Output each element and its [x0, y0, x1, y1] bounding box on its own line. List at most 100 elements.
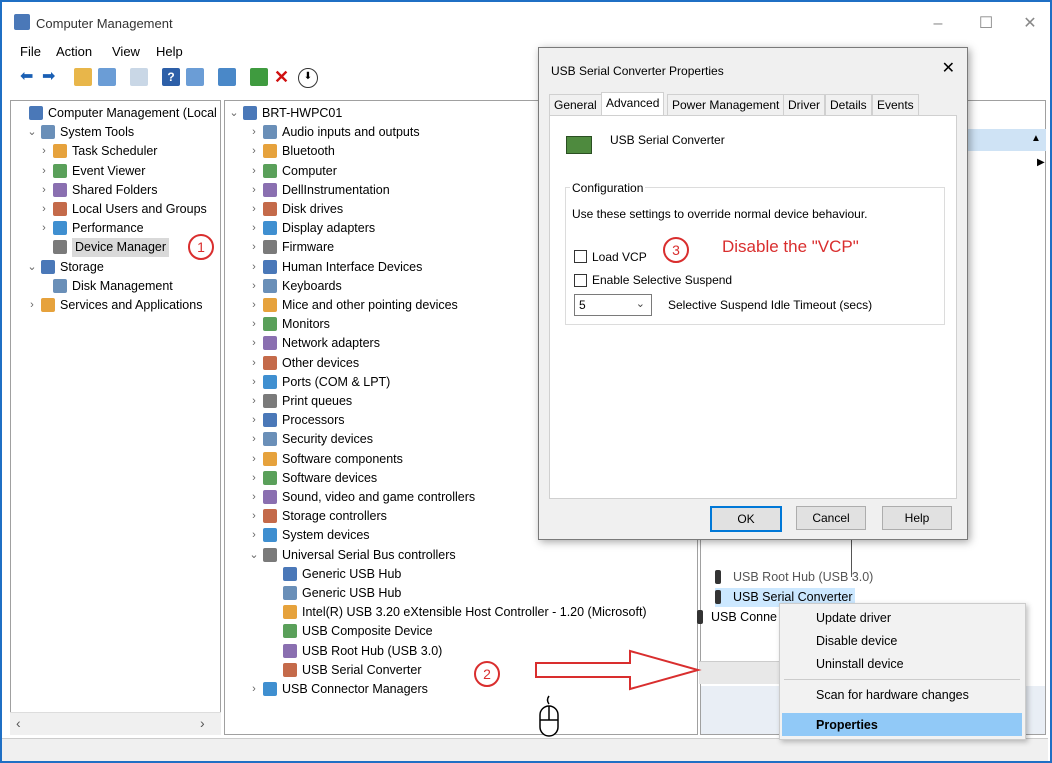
forward-icon[interactable]: ➡ — [42, 68, 60, 86]
menu-file[interactable]: File — [20, 44, 41, 59]
expand-right-icon[interactable]: ▶ — [1037, 157, 1045, 168]
chevron-right-icon[interactable]: › — [249, 507, 259, 526]
up-folder-icon[interactable] — [74, 68, 92, 86]
chevron-right-icon[interactable]: › — [249, 450, 259, 469]
chevron-right-icon[interactable]: › — [249, 680, 259, 699]
chevron-right-icon[interactable]: › — [39, 162, 49, 181]
ok-button[interactable]: OK — [710, 506, 782, 532]
device-tree-node-icon — [263, 374, 277, 389]
chevron-right-icon[interactable]: › — [249, 392, 259, 411]
console-tree-label: Performance — [72, 221, 144, 236]
console-tree-item[interactable]: › Shared Folders — [11, 181, 220, 200]
device-tree-node-icon — [283, 566, 297, 581]
console-tree-item[interactable]: Disk Management — [11, 277, 220, 296]
chevron-right-icon[interactable]: › — [249, 258, 259, 277]
chevron-right-icon[interactable]: › — [249, 181, 259, 200]
update-driver-icon[interactable] — [250, 68, 268, 86]
uninstall-x-icon[interactable]: ✕ — [274, 68, 292, 86]
device-tree-item[interactable]: Generic USB Hub — [225, 584, 697, 603]
chevron-right-icon[interactable]: › — [249, 469, 259, 488]
menu-action[interactable]: Action — [56, 44, 92, 59]
chevron-right-icon[interactable]: › — [39, 219, 49, 238]
scroll-left-icon[interactable]: ‹ — [16, 715, 21, 731]
console-tree-item[interactable]: › Services and Applications — [11, 296, 220, 315]
chevron-down-icon[interactable]: ⌄ — [229, 104, 239, 123]
menu-properties[interactable]: Properties — [816, 718, 878, 732]
console-tree-item[interactable]: › Local Users and Groups — [11, 200, 220, 219]
minimize-button[interactable]: – — [918, 10, 958, 38]
menu-scan-hardware[interactable]: Scan for hardware changes — [816, 688, 969, 702]
chevron-right-icon[interactable]: › — [39, 200, 49, 219]
tab-details[interactable]: Details — [825, 94, 872, 116]
selective-suspend-checkbox[interactable] — [574, 274, 587, 287]
mouse-icon — [539, 695, 559, 737]
console-tree-item[interactable]: › Task Scheduler — [11, 142, 220, 161]
console-tree-item[interactable]: › Performance — [11, 219, 220, 238]
horizontal-scrollbar[interactable]: ‹ › — [10, 712, 221, 735]
menu-uninstall-device[interactable]: Uninstall device — [816, 657, 904, 671]
tab-events[interactable]: Events — [872, 94, 919, 116]
console-tree-item[interactable]: ⌄ Storage — [11, 258, 220, 277]
cancel-button[interactable]: Cancel — [796, 506, 866, 530]
chevron-right-icon[interactable]: › — [249, 142, 259, 161]
device-context-menu: Update driver Disable device Uninstall d… — [779, 603, 1026, 740]
chevron-down-icon[interactable]: ⌄ — [249, 546, 259, 565]
chevron-right-icon[interactable]: › — [249, 123, 259, 142]
chevron-right-icon[interactable]: › — [39, 181, 49, 200]
collapse-up-icon[interactable]: ▲ — [1031, 133, 1041, 144]
chevron-down-icon[interactable]: ⌄ — [27, 258, 37, 277]
dialog-close-icon[interactable]: ✕ — [942, 58, 955, 78]
help-icon[interactable]: ? — [162, 68, 180, 86]
chevron-right-icon[interactable]: › — [249, 488, 259, 507]
chevron-right-icon[interactable]: › — [249, 315, 259, 334]
console-tree-item[interactable]: ⌄ System Tools — [11, 123, 220, 142]
tab-general[interactable]: General — [549, 94, 602, 116]
chevron-right-icon[interactable]: › — [39, 142, 49, 161]
device-tree-item[interactable]: Intel(R) USB 3.20 eXtensible Host Contro… — [225, 603, 697, 622]
device-tree-item[interactable]: USB Composite Device — [225, 622, 697, 641]
chevron-right-icon[interactable]: › — [27, 296, 37, 315]
chevron-right-icon[interactable]: › — [249, 277, 259, 296]
download-icon[interactable]: ⬇ — [298, 68, 318, 88]
console-tree-item[interactable]: › Event Viewer — [11, 162, 220, 181]
close-button[interactable]: ✕ — [1010, 10, 1050, 38]
properties-icon[interactable] — [186, 68, 204, 86]
chevron-right-icon[interactable]: › — [249, 162, 259, 181]
tab-driver[interactable]: Driver — [783, 94, 825, 116]
chevron-right-icon[interactable]: › — [249, 430, 259, 449]
device-tree-item[interactable]: ⌄ Universal Serial Bus controllers — [225, 546, 697, 565]
chevron-right-icon[interactable]: › — [249, 200, 259, 219]
load-vcp-checkbox[interactable] — [574, 250, 587, 263]
device-tree-node-icon — [263, 490, 277, 504]
configuration-description: Use these settings to override normal de… — [572, 207, 868, 221]
menu-update-driver[interactable]: Update driver — [816, 611, 891, 625]
scroll-right-icon[interactable]: › — [200, 715, 205, 731]
chevron-right-icon[interactable]: › — [249, 296, 259, 315]
tab-advanced[interactable]: Advanced — [601, 92, 665, 116]
export-list-icon[interactable] — [130, 68, 148, 86]
chevron-right-icon[interactable]: › — [249, 373, 259, 392]
menu-help[interactable]: Help — [156, 44, 183, 59]
device-tree-item[interactable]: Generic USB Hub — [225, 565, 697, 584]
chevron-right-icon[interactable]: › — [249, 411, 259, 430]
device-tree-label: Network adapters — [282, 336, 380, 351]
console-tree-item[interactable]: Computer Management (Local — [11, 104, 220, 123]
chevron-right-icon[interactable]: › — [249, 219, 259, 238]
chevron-right-icon[interactable]: › — [249, 526, 259, 545]
chevron-down-icon[interactable]: ⌄ — [27, 123, 37, 142]
timeout-select[interactable]: 5 ⌄ — [574, 294, 652, 316]
menu-separator — [784, 679, 1020, 680]
menu-view[interactable]: View — [112, 44, 140, 59]
menu-disable-device[interactable]: Disable device — [816, 634, 897, 648]
device-tree-label: System devices — [282, 528, 370, 543]
chevron-right-icon[interactable]: › — [249, 238, 259, 257]
show-hide-tree-icon[interactable] — [98, 68, 116, 86]
back-icon[interactable]: ⬅ — [20, 68, 38, 86]
maximize-button[interactable]: ☐ — [966, 10, 1006, 38]
tab-power-management[interactable]: Power Management — [667, 94, 785, 116]
help-button[interactable]: Help — [882, 506, 952, 530]
chevron-right-icon[interactable]: › — [249, 354, 259, 373]
monitor-icon[interactable] — [218, 68, 236, 86]
chevron-right-icon[interactable]: › — [249, 334, 259, 353]
device-tree-label: Disk drives — [282, 202, 344, 216]
